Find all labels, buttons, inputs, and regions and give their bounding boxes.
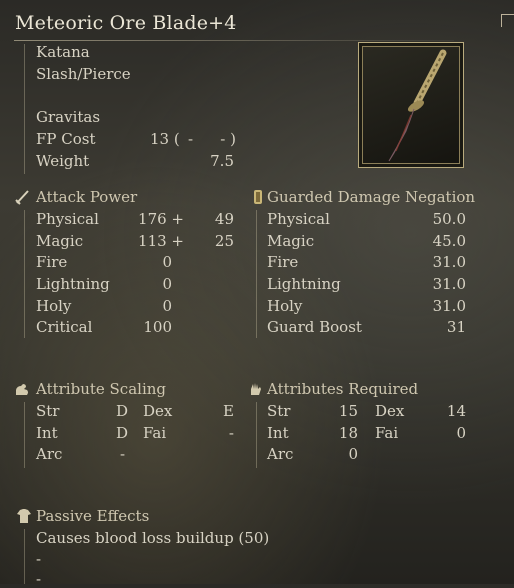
required-int-label: Int: [267, 424, 289, 442]
guard-row-value: 31.0: [432, 253, 466, 271]
title-divider: [14, 40, 454, 41]
attack-power-heading: Attack Power: [36, 188, 138, 206]
fp-cost-label: FP Cost: [36, 130, 96, 148]
hand-icon: [251, 383, 261, 395]
required-fai-label: Fai: [375, 424, 399, 442]
scaling-arc-value: -: [120, 445, 126, 463]
weapon-name: Meteoric Ore Blade+4: [15, 12, 237, 34]
attack-row-label: Lightning: [36, 275, 110, 293]
damage-type: Slash/Pierce: [36, 65, 131, 83]
guard-row-value: 31.0: [432, 297, 466, 315]
attributes-required-heading: Attributes Required: [267, 380, 419, 398]
required-int-value: 18: [338, 424, 358, 442]
scaling-int-label: Int: [36, 424, 58, 442]
attack-row-base: 0: [162, 297, 172, 315]
scaling-int-value: D: [116, 424, 129, 442]
attack-row-label: Critical: [36, 318, 93, 336]
weapon-type: Katana: [36, 43, 90, 61]
required-fai-value: 0: [456, 424, 466, 442]
scaling-vertical-line: [24, 402, 25, 468]
info-vertical-line: [24, 44, 25, 174]
guard-row-value: 45.0: [432, 232, 466, 250]
required-str-value: 15: [338, 402, 358, 420]
scaling-str-label: Str: [36, 402, 60, 420]
item-image-frame: [358, 42, 464, 168]
attack-row-bonus: 25: [214, 232, 234, 250]
weapon-skill: Gravitas: [36, 108, 101, 126]
passive-vertical-line: [24, 529, 25, 584]
guard-row-value: 31.0: [432, 275, 466, 293]
guard-row-value: 31: [446, 318, 466, 336]
required-arc-value: 0: [348, 445, 358, 463]
passive-effect-item: -: [36, 550, 42, 568]
attribute-scaling-heading: Attribute Scaling: [36, 380, 167, 398]
required-dex-label: Dex: [375, 402, 405, 420]
attack-row-label: Physical: [36, 210, 99, 228]
scaling-dex-value: E: [223, 402, 234, 420]
guard-row-label: Physical: [267, 210, 330, 228]
guard-row-value: 50.0: [432, 210, 466, 228]
fp-cost-dash-2: - ): [220, 130, 236, 148]
attack-row-base: 100: [143, 318, 172, 336]
required-str-label: Str: [267, 402, 291, 420]
required-arc-label: Arc: [267, 445, 294, 463]
panel-corner-ornament: [501, 14, 514, 27]
passive-effect-item: Causes blood loss buildup (50): [36, 529, 270, 547]
guard-row-label: Guard Boost: [267, 318, 362, 336]
fp-cost-value: 13 (: [150, 130, 180, 148]
attack-row-label: Fire: [36, 253, 68, 271]
attack-vertical-line: [24, 210, 25, 338]
scaling-dex-label: Dex: [143, 402, 173, 420]
tunic-icon: [17, 509, 31, 523]
weight-label: Weight: [36, 152, 90, 170]
passive-effects-heading: Passive Effects: [36, 507, 150, 525]
scaling-fai-value: -: [228, 424, 234, 442]
guard-row-label: Magic: [267, 232, 315, 250]
weight-value: 7.5: [210, 152, 234, 170]
guard-vertical-line: [256, 210, 257, 338]
attack-row-base: 176 +: [138, 210, 184, 228]
weapon-stats-panel: Meteoric Ore Blade+4 Katana Slash/Pierce…: [0, 0, 514, 588]
required-dex-value: 14: [446, 402, 466, 420]
attack-row-bonus: 49: [214, 210, 234, 228]
attack-row-base: 0: [162, 275, 172, 293]
sword-icon: [15, 190, 29, 205]
guard-row-label: Holy: [267, 297, 303, 315]
guard-row-label: Lightning: [267, 275, 341, 293]
shield-icon: [254, 190, 262, 204]
scaling-arc-label: Arc: [36, 445, 63, 463]
passive-effect-item: -: [36, 570, 42, 588]
scaling-str-value: D: [116, 402, 129, 420]
attack-row-base: 113 +: [138, 232, 184, 250]
attack-row-label: Magic: [36, 232, 84, 250]
required-vertical-line: [256, 402, 257, 468]
katana-icon: [388, 49, 447, 162]
scaling-fai-label: Fai: [143, 424, 167, 442]
attack-row-label: Holy: [36, 297, 72, 315]
attack-row-base: 0: [162, 253, 172, 271]
arm-icon: [16, 384, 28, 395]
guard-heading: Guarded Damage Negation: [267, 188, 476, 206]
guard-row-label: Fire: [267, 253, 299, 271]
